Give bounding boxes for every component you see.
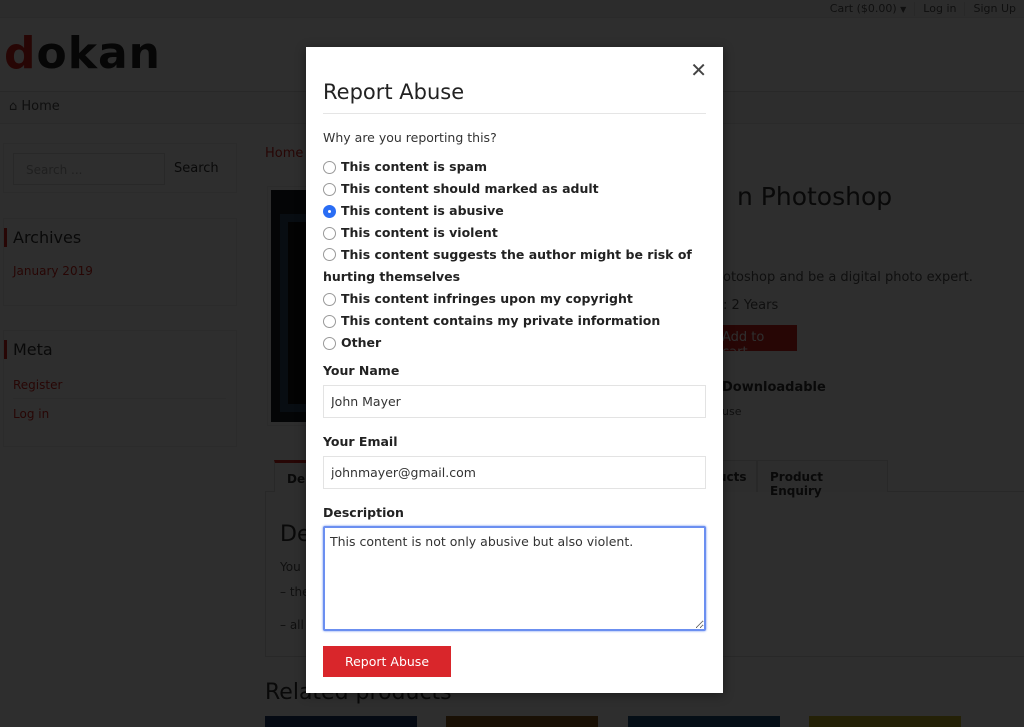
radio-button[interactable] [323, 161, 336, 174]
email-input[interactable] [323, 456, 706, 489]
modal-title: Report Abuse [323, 80, 465, 104]
radio-button[interactable] [323, 205, 336, 218]
name-label: Your Name [323, 363, 400, 378]
radio-button[interactable] [323, 227, 336, 240]
description-label: Description [323, 505, 404, 520]
email-label: Your Email [323, 434, 398, 449]
report-abuse-modal: ✕ Report Abuse Why are you reporting thi… [306, 47, 723, 693]
reason-option[interactable]: This content contains my private informa… [323, 310, 703, 332]
report-abuse-button[interactable]: Report Abuse [323, 646, 451, 677]
reason-option[interactable]: This content is violent [323, 222, 703, 244]
reason-label: This content contains my private informa… [341, 313, 661, 328]
reason-option[interactable]: Other [323, 332, 703, 354]
radio-button[interactable] [323, 293, 336, 306]
name-input[interactable] [323, 385, 706, 418]
reason-option[interactable]: This content infringes upon my copyright [323, 288, 703, 310]
radio-button[interactable] [323, 248, 336, 261]
reason-question: Why are you reporting this? [323, 130, 497, 145]
reason-label: This content is abusive [341, 203, 504, 218]
reason-option[interactable]: This content is abusive [323, 200, 703, 222]
reason-option[interactable]: This content is spam [323, 156, 703, 178]
reason-label: This content suggests the author might b… [323, 247, 692, 284]
reason-label: Other [341, 335, 382, 350]
reason-label: This content is violent [341, 225, 498, 240]
radio-button[interactable] [323, 315, 336, 328]
reason-label: This content infringes upon my copyright [341, 291, 633, 306]
reason-option[interactable]: This content suggests the author might b… [323, 244, 703, 288]
radio-button[interactable] [323, 337, 336, 350]
reason-label: This content should marked as adult [341, 181, 599, 196]
reason-options: This content is spam This content should… [323, 156, 703, 354]
title-divider [323, 113, 706, 114]
description-textarea[interactable]: This content is not only abusive but als… [323, 526, 706, 631]
reason-option[interactable]: This content should marked as adult [323, 178, 703, 200]
close-icon[interactable]: ✕ [690, 60, 707, 80]
reason-label: This content is spam [341, 159, 488, 174]
radio-button[interactable] [323, 183, 336, 196]
